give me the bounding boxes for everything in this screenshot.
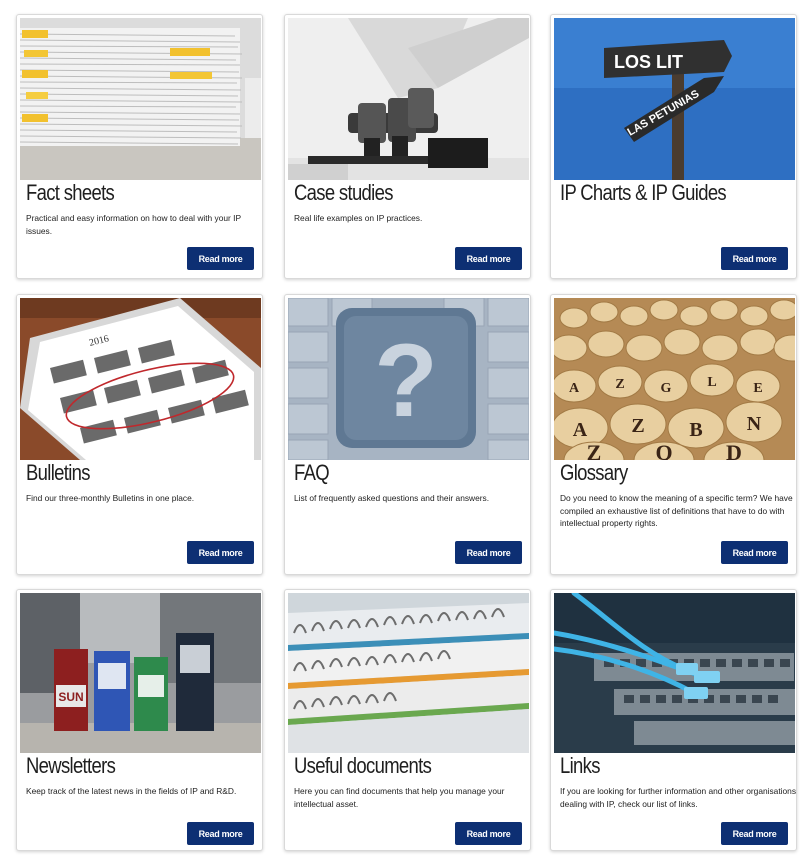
svg-text:Q: Q	[655, 440, 672, 460]
read-more-button[interactable]: Read more	[187, 822, 254, 845]
svg-text:A: A	[573, 419, 588, 441]
read-more-button[interactable]: Read more	[187, 247, 254, 270]
bulletins-image[interactable]: 2016	[20, 298, 261, 460]
card-ip-charts-guides: LOS LIT LAS PETUNIAS IP Charts & IP Guid…	[550, 14, 797, 279]
card-description: Find our three-monthly Bulletins in one …	[26, 493, 195, 503]
svg-text:G: G	[661, 381, 672, 396]
svg-text:A: A	[569, 381, 580, 396]
card-title: Case studies	[294, 180, 393, 205]
card-description: Do you need to know the meaning of a spe…	[560, 493, 793, 528]
read-more-button[interactable]: Read more	[721, 247, 788, 270]
card-description: List of frequently asked questions and t…	[294, 493, 490, 503]
newspaper-box-label: SUN	[58, 690, 83, 704]
card-description: Keep track of the latest news in the fie…	[26, 786, 237, 796]
card-newsletters: SUN Newsletters Keep track of the latest…	[16, 589, 263, 851]
read-more-button[interactable]: Read more	[455, 541, 522, 564]
card-case-studies: Case studies Real life examples on IP pr…	[284, 14, 531, 279]
faq-image[interactable]: ?	[288, 298, 529, 460]
svg-text:D: D	[726, 440, 742, 460]
svg-text:Z: Z	[615, 377, 624, 392]
glossary-image[interactable]: AZ GL E AZ BN ZQ D	[554, 298, 795, 460]
resource-grid: Fact sheets Practical and easy informati…	[0, 0, 811, 855]
card-links: Links If you are looking for further inf…	[550, 589, 797, 851]
card-title: IP Charts & IP Guides	[560, 180, 727, 205]
newsletters-image[interactable]: SUN	[20, 593, 261, 753]
card-faq: ? FAQ List of frequently asked questions…	[284, 294, 531, 575]
svg-text:L: L	[707, 375, 716, 390]
card-title: Useful documents	[294, 753, 432, 778]
card-bulletins: 2016 Bulletins Find our three-monthly Bu…	[16, 294, 263, 575]
svg-text:Z: Z	[587, 440, 602, 460]
card-title: FAQ	[294, 460, 330, 485]
read-more-button[interactable]: Read more	[721, 822, 788, 845]
card-title: Links	[560, 753, 600, 778]
card-useful-documents: Useful documents Here you can find docum…	[284, 589, 531, 851]
fact-sheets-image[interactable]	[20, 18, 261, 180]
read-more-button[interactable]: Read more	[187, 541, 254, 564]
card-title: Newsletters	[26, 753, 116, 778]
card-description: Real life examples on IP practices.	[294, 213, 423, 223]
svg-text:Z: Z	[631, 415, 644, 437]
svg-text:N: N	[747, 413, 762, 435]
card-fact-sheets: Fact sheets Practical and easy informati…	[16, 14, 263, 279]
card-description: Here you can find documents that help yo…	[294, 786, 505, 809]
read-more-button[interactable]: Read more	[455, 247, 522, 270]
svg-text:?: ?	[374, 323, 438, 439]
links-image[interactable]	[554, 593, 795, 753]
useful-documents-image[interactable]	[288, 593, 529, 753]
card-title: Glossary	[560, 460, 628, 485]
case-studies-image[interactable]	[288, 18, 529, 180]
card-title: Bulletins	[26, 460, 90, 485]
card-title: Fact sheets	[26, 180, 115, 205]
card-description: Practical and easy information on how to…	[26, 213, 241, 236]
card-glossary: AZ GL E AZ BN ZQ D Glossary Do you need …	[550, 294, 797, 575]
svg-text:E: E	[753, 381, 762, 396]
svg-text:B: B	[689, 419, 702, 441]
read-more-button[interactable]: Read more	[721, 541, 788, 564]
read-more-button[interactable]: Read more	[455, 822, 522, 845]
card-description: If you are looking for further informati…	[560, 786, 797, 809]
ip-charts-image[interactable]: LOS LIT LAS PETUNIAS	[554, 18, 795, 180]
sign-text-top: LOS LIT	[614, 52, 683, 72]
